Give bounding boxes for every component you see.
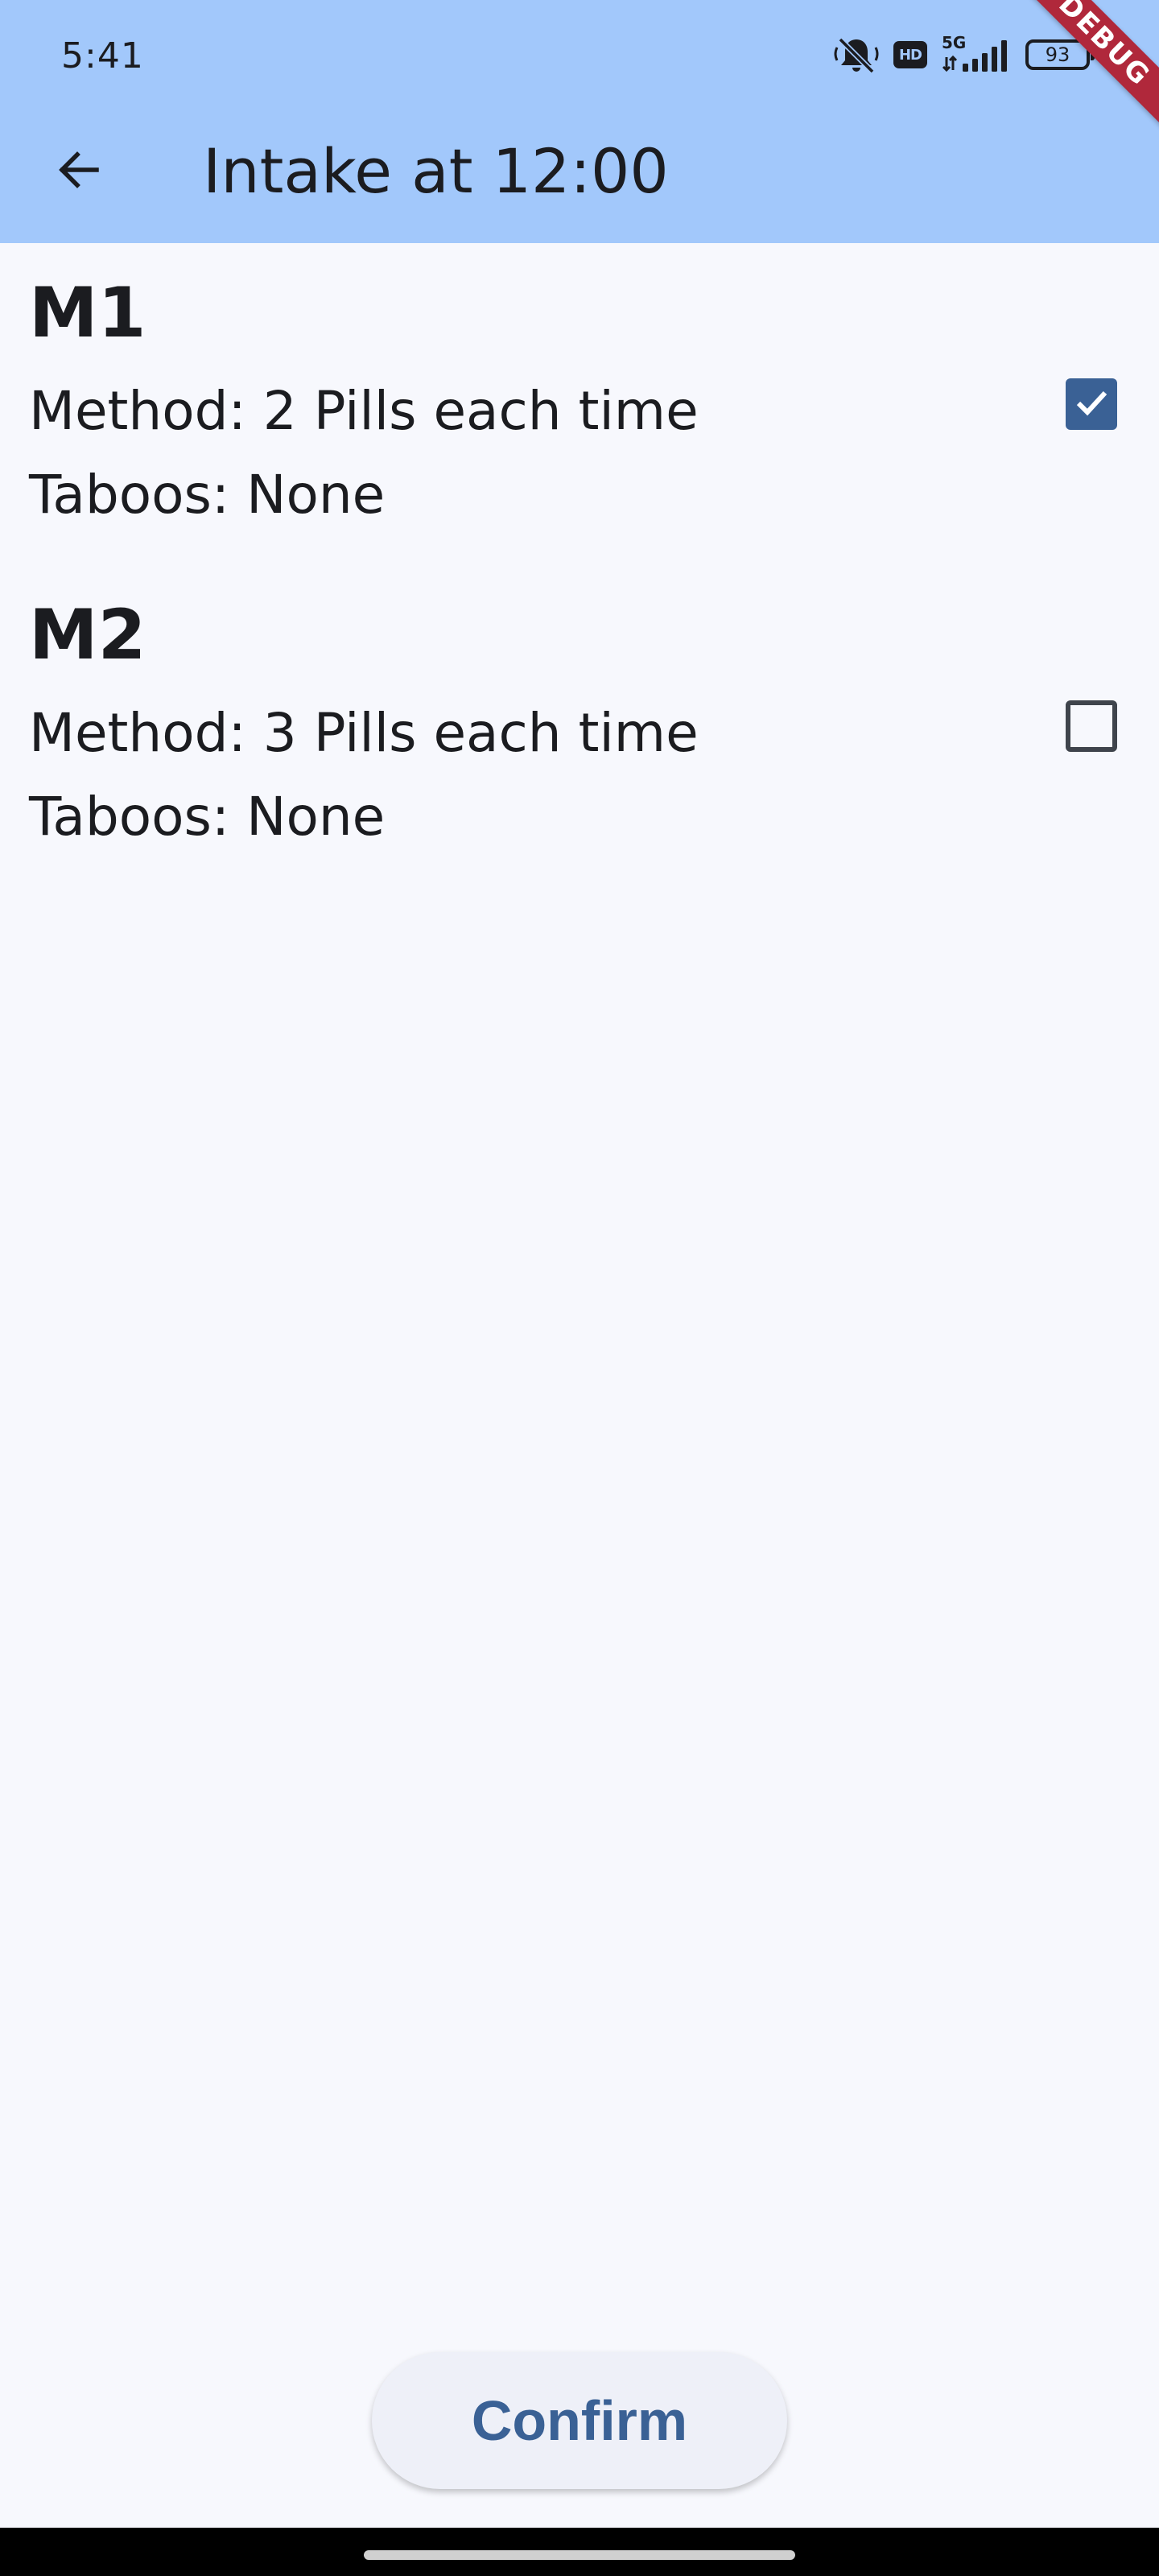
status-time: 5:41 (61, 35, 144, 76)
back-button[interactable] (40, 133, 118, 210)
medication-method: Method: 2 Pills each time (29, 380, 699, 442)
screen: 5:41 HD 5G 93 Intake at 12:00 DEBUG M1 M… (0, 0, 1159, 2576)
hd-badge: HD (893, 41, 927, 68)
medication-taboos: Taboos: None (29, 786, 386, 848)
page-title: Intake at 12:00 (203, 135, 669, 207)
navigation-bar (0, 2528, 1159, 2576)
medication-checkbox[interactable] (1066, 378, 1117, 430)
medication-method: Method: 3 Pills each time (29, 702, 699, 764)
medication-list: M1 Method: 2 Pills each time Taboos: Non… (0, 243, 1159, 887)
arrow-left-icon (55, 146, 103, 197)
confirm-button[interactable]: Confirm (372, 2352, 787, 2489)
header: 5:41 HD 5G 93 Intake at 12:00 (0, 0, 1159, 243)
home-indicator[interactable] (364, 2550, 795, 2560)
medication-name: M2 (29, 595, 146, 675)
medication-taboos: Taboos: None (29, 464, 386, 526)
list-item[interactable]: M1 Method: 2 Pills each time Taboos: Non… (0, 243, 1159, 565)
checkmark-icon (1072, 383, 1111, 425)
silent-bell-icon (834, 35, 879, 75)
medication-name: M1 (29, 273, 146, 353)
signal-5g-icon: 5G (942, 33, 1011, 75)
app-bar: Intake at 12:00 (0, 113, 1159, 243)
battery-level: 93 (1045, 43, 1070, 66)
status-icons: HD 5G 93 (834, 33, 1095, 76)
status-bar: 5:41 HD 5G 93 (0, 0, 1159, 113)
list-item[interactable]: M2 Method: 3 Pills each time Taboos: Non… (0, 565, 1159, 887)
medication-checkbox[interactable] (1066, 700, 1117, 752)
